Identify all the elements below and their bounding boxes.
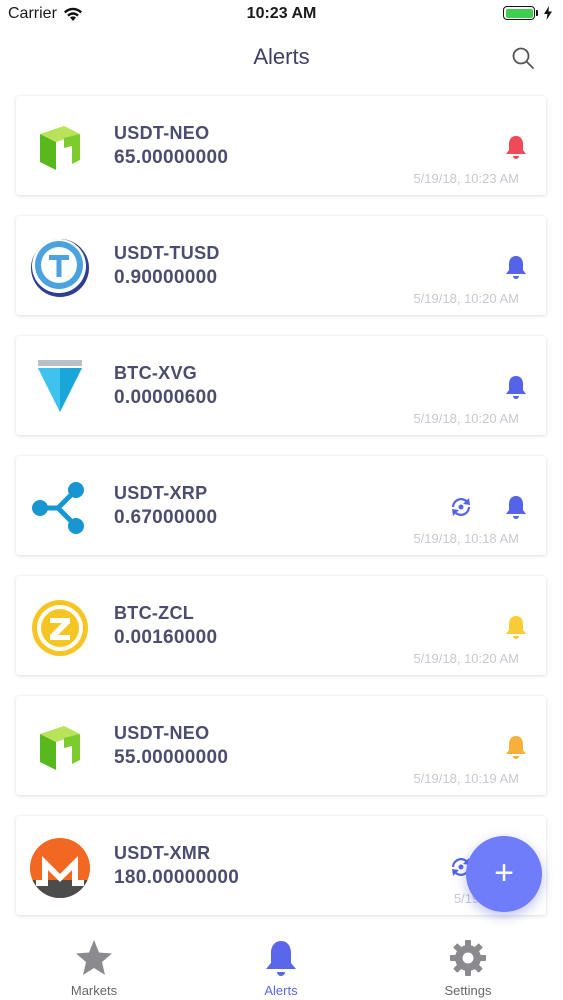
add-alert-button[interactable]: + <box>466 836 542 912</box>
price-value: 0.00160000 <box>114 627 218 648</box>
bell-icon[interactable] <box>504 614 528 640</box>
price-value: 0.67000000 <box>114 507 218 528</box>
alert-card[interactable]: USDT-XRP 0.67000000 5/19/18, 10:18 AM <box>16 456 546 555</box>
alert-timestamp: 5/19/18, 10:18 AM <box>413 531 519 546</box>
battery-icon <box>503 6 538 20</box>
search-icon[interactable] <box>509 44 537 72</box>
tab-bar: Markets Alerts Settings <box>0 926 563 1000</box>
pair-label: USDT-TUSD <box>114 243 220 263</box>
price-value: 0.90000000 <box>114 267 218 288</box>
alert-card[interactable]: BTC-XVG 0.00000600 5/19/18, 10:20 AM <box>16 336 546 435</box>
tusd-logo-icon <box>31 239 89 297</box>
status-time: 10:23 AM <box>246 5 317 22</box>
charging-bolt-icon <box>544 6 552 20</box>
bell-icon[interactable] <box>504 254 528 280</box>
price-value: 65.00000000 <box>114 147 229 168</box>
bell-icon[interactable] <box>504 134 528 160</box>
monero-logo-icon <box>30 838 90 898</box>
tab-alerts[interactable]: Alerts <box>221 938 341 998</box>
bell-icon[interactable] <box>504 494 528 520</box>
tab-label: Alerts <box>264 983 298 998</box>
alert-timestamp: 5/19/18, 10:20 AM <box>413 291 519 306</box>
pair-label: USDT-NEO <box>114 723 210 743</box>
alert-timestamp: 5/19/18, 10:23 AM <box>413 171 519 186</box>
alert-timestamp: 5/19/18, 10:20 AM <box>413 411 519 426</box>
pair-label: USDT-XRP <box>114 483 208 503</box>
nav-header: Alerts <box>0 30 563 86</box>
pair-label: BTC-XVG <box>114 363 198 383</box>
alert-timestamp: 5/19/18, 10:19 AM <box>413 771 519 786</box>
alert-card[interactable]: USDT-TUSD 0.90000000 5/19/18, 10:20 AM <box>16 216 546 315</box>
alert-card[interactable]: BTC-ZCL 0.00160000 5/19/18, 10:20 AM <box>16 576 546 675</box>
bell-icon <box>266 941 296 976</box>
status-bar: Carrier 10:23 AM <box>0 0 563 30</box>
price-value: 55.00000000 <box>114 747 229 768</box>
gear-icon <box>450 940 486 976</box>
zclassic-logo-icon <box>32 600 88 656</box>
verge-logo-icon <box>38 360 82 412</box>
pair-label: USDT-NEO <box>114 123 210 143</box>
tab-label: Settings <box>444 983 492 998</box>
pair-label: USDT-XMR <box>114 843 211 863</box>
bell-icon[interactable] <box>504 734 528 760</box>
repeat-icon[interactable] <box>448 494 474 520</box>
bell-icon[interactable] <box>504 374 528 400</box>
star-icon <box>76 940 112 975</box>
neo-logo-icon <box>40 126 80 170</box>
ripple-logo-icon <box>32 482 84 534</box>
price-value: 0.00000600 <box>114 387 218 408</box>
tab-markets[interactable]: Markets <box>34 938 154 998</box>
tab-label: Markets <box>70 983 118 998</box>
tab-settings[interactable]: Settings <box>408 938 528 998</box>
neo-logo-icon <box>40 726 80 770</box>
price-value: 180.00000000 <box>114 867 240 888</box>
pair-label: BTC-ZCL <box>114 603 195 623</box>
page-title: Alerts <box>253 44 310 69</box>
alert-timestamp: 5/19/18, 10:20 AM <box>413 651 519 666</box>
alert-card[interactable]: USDT-NEO 65.00000000 5/19/18, 10:23 AM <box>16 96 546 195</box>
alert-card[interactable]: USDT-NEO 55.00000000 5/19/18, 10:19 AM <box>16 696 546 795</box>
